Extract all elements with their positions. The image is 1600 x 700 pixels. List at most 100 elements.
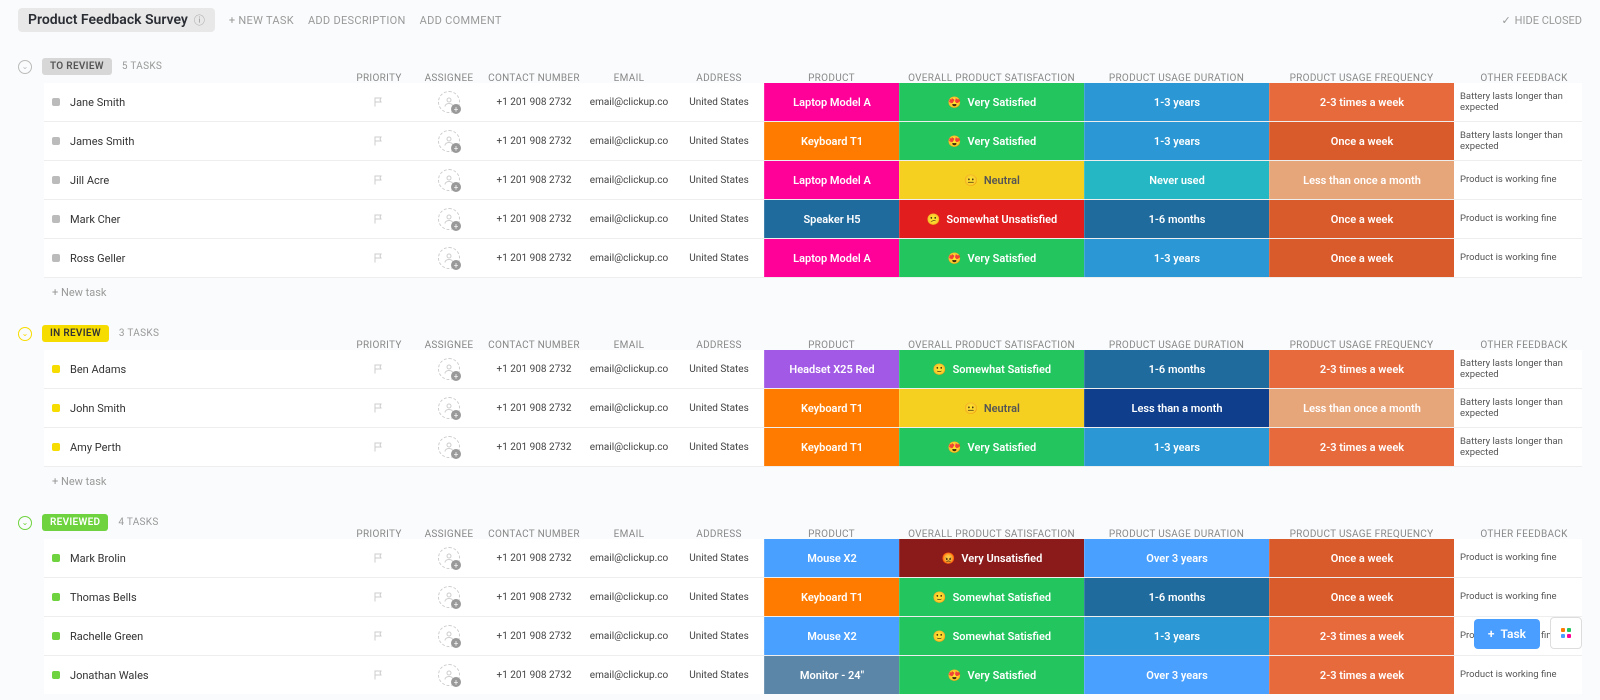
product-cell[interactable]: Mouse X2	[764, 617, 899, 655]
contact-cell[interactable]: +1 201 908 2732	[484, 617, 584, 655]
assignee-cell[interactable]	[414, 161, 484, 199]
priority-cell[interactable]	[344, 161, 414, 199]
task-name-cell[interactable]: Jonathan Wales	[44, 656, 344, 694]
task-name-cell[interactable]: John Smith	[44, 389, 344, 427]
task-name-cell[interactable]: Ben Adams	[44, 350, 344, 388]
contact-cell[interactable]: +1 201 908 2732	[484, 578, 584, 616]
table-row[interactable]: Rachelle Green+1 201 908 2732email@click…	[44, 617, 1582, 656]
priority-cell[interactable]	[344, 578, 414, 616]
email-cell[interactable]: email@clickup.co	[584, 578, 674, 616]
address-cell[interactable]: United States	[674, 617, 764, 655]
task-name-cell[interactable]: Jane Smith	[44, 83, 344, 121]
address-cell[interactable]: United States	[674, 578, 764, 616]
task-name-cell[interactable]: Thomas Bells	[44, 578, 344, 616]
satisfaction-cell[interactable]: 🙂Somewhat Satisfied	[899, 617, 1084, 655]
title-wrap[interactable]: Product Feedback Survey ⓘ	[18, 8, 215, 32]
address-cell[interactable]: United States	[674, 389, 764, 427]
product-cell[interactable]: Monitor - 24"	[764, 656, 899, 694]
table-row[interactable]: Mark Brolin +1 201 908 2732email@clickup.…	[44, 539, 1582, 578]
add-column-icon[interactable]: ⊕	[1594, 529, 1600, 540]
frequency-cell[interactable]: Once a week	[1269, 239, 1454, 277]
duration-cell[interactable]: 1-6 months	[1084, 200, 1269, 238]
email-cell[interactable]: email@clickup.co	[584, 200, 674, 238]
feedback-cell[interactable]: Battery lasts longer than expected	[1454, 428, 1594, 466]
frequency-cell[interactable]: 2-3 times a week	[1269, 428, 1454, 466]
new-task-button[interactable]: + New task	[52, 467, 1582, 496]
email-cell[interactable]: email@clickup.co	[584, 539, 674, 577]
priority-cell[interactable]	[344, 83, 414, 121]
address-cell[interactable]: United States	[674, 83, 764, 121]
feedback-cell[interactable]: Product is working fine	[1454, 656, 1594, 694]
table-row[interactable]: Jane Smith+1 201 908 2732email@clickup.c…	[44, 83, 1582, 122]
feedback-cell[interactable]: Battery lasts longer than expected	[1454, 350, 1594, 388]
address-cell[interactable]: United States	[674, 350, 764, 388]
add-comment-button[interactable]: ADD COMMENT	[420, 14, 502, 27]
satisfaction-cell[interactable]: 😕Somewhat Unsatisfied	[899, 200, 1084, 238]
new-task-button[interactable]: + New task	[52, 278, 1582, 307]
feedback-cell[interactable]: Product is working fine	[1454, 578, 1594, 616]
frequency-cell[interactable]: Once a week	[1269, 200, 1454, 238]
frequency-cell[interactable]: Less than once a month	[1269, 389, 1454, 427]
table-row[interactable]: Mark Cher+1 201 908 2732email@clickup.co…	[44, 200, 1582, 239]
task-name-cell[interactable]: Mark Brolin	[44, 539, 344, 577]
priority-cell[interactable]	[344, 389, 414, 427]
product-cell[interactable]: Keyboard T1	[764, 389, 899, 427]
feedback-cell[interactable]: Battery lasts longer than expected	[1454, 389, 1594, 427]
feedback-cell[interactable]: Battery lasts longer than expected	[1454, 122, 1594, 160]
duration-cell[interactable]: 1-3 years	[1084, 83, 1269, 121]
contact-cell[interactable]: +1 201 908 2732	[484, 161, 584, 199]
contact-cell[interactable]: +1 201 908 2732	[484, 389, 584, 427]
email-cell[interactable]: email@clickup.co	[584, 656, 674, 694]
satisfaction-cell[interactable]: 😡Very Unsatisfied	[899, 539, 1084, 577]
task-name-cell[interactable]: Amy Perth	[44, 428, 344, 466]
add-column-icon[interactable]: ⊕	[1594, 340, 1600, 351]
assignee-cell[interactable]	[414, 350, 484, 388]
collapse-icon[interactable]: ⌄	[18, 516, 32, 530]
duration-cell[interactable]: Over 3 years	[1084, 656, 1269, 694]
contact-cell[interactable]: +1 201 908 2732	[484, 239, 584, 277]
satisfaction-cell[interactable]: 😍Very Satisfied	[899, 656, 1084, 694]
product-cell[interactable]: Headset X25 Red	[764, 350, 899, 388]
product-cell[interactable]: Speaker H5	[764, 200, 899, 238]
collapse-icon[interactable]: ⌄	[18, 60, 32, 74]
product-cell[interactable]: Mouse X2	[764, 539, 899, 577]
duration-cell[interactable]: Never used	[1084, 161, 1269, 199]
assignee-cell[interactable]	[414, 428, 484, 466]
frequency-cell[interactable]: Once a week	[1269, 578, 1454, 616]
address-cell[interactable]: United States	[674, 122, 764, 160]
email-cell[interactable]: email@clickup.co	[584, 161, 674, 199]
product-cell[interactable]: Laptop Model A	[764, 161, 899, 199]
frequency-cell[interactable]: Once a week	[1269, 122, 1454, 160]
frequency-cell[interactable]: 2-3 times a week	[1269, 656, 1454, 694]
table-row[interactable]: Thomas Bells +1 201 908 2732email@clickup…	[44, 578, 1582, 617]
contact-cell[interactable]: +1 201 908 2732	[484, 656, 584, 694]
product-cell[interactable]: Keyboard T1	[764, 428, 899, 466]
duration-cell[interactable]: Less than a month	[1084, 389, 1269, 427]
satisfaction-cell[interactable]: 😐Neutral	[899, 161, 1084, 199]
product-cell[interactable]: Laptop Model A	[764, 83, 899, 121]
priority-cell[interactable]	[344, 122, 414, 160]
assignee-cell[interactable]	[414, 239, 484, 277]
email-cell[interactable]: email@clickup.co	[584, 239, 674, 277]
satisfaction-cell[interactable]: 😐Neutral	[899, 389, 1084, 427]
contact-cell[interactable]: +1 201 908 2732	[484, 200, 584, 238]
assignee-cell[interactable]	[414, 83, 484, 121]
priority-cell[interactable]	[344, 617, 414, 655]
frequency-cell[interactable]: 2-3 times a week	[1269, 83, 1454, 121]
duration-cell[interactable]: 1-3 years	[1084, 617, 1269, 655]
assignee-cell[interactable]	[414, 539, 484, 577]
priority-cell[interactable]	[344, 428, 414, 466]
product-cell[interactable]: Keyboard T1	[764, 122, 899, 160]
contact-cell[interactable]: +1 201 908 2732	[484, 539, 584, 577]
satisfaction-cell[interactable]: 😍Very Satisfied	[899, 122, 1084, 160]
address-cell[interactable]: United States	[674, 239, 764, 277]
address-cell[interactable]: United States	[674, 200, 764, 238]
satisfaction-cell[interactable]: 😍Very Satisfied	[899, 428, 1084, 466]
address-cell[interactable]: United States	[674, 539, 764, 577]
feedback-cell[interactable]: Product is working fine	[1454, 200, 1594, 238]
email-cell[interactable]: email@clickup.co	[584, 350, 674, 388]
info-icon[interactable]: ⓘ	[194, 12, 205, 28]
email-cell[interactable]: email@clickup.co	[584, 617, 674, 655]
duration-cell[interactable]: 1-3 years	[1084, 428, 1269, 466]
product-cell[interactable]: Laptop Model A	[764, 239, 899, 277]
